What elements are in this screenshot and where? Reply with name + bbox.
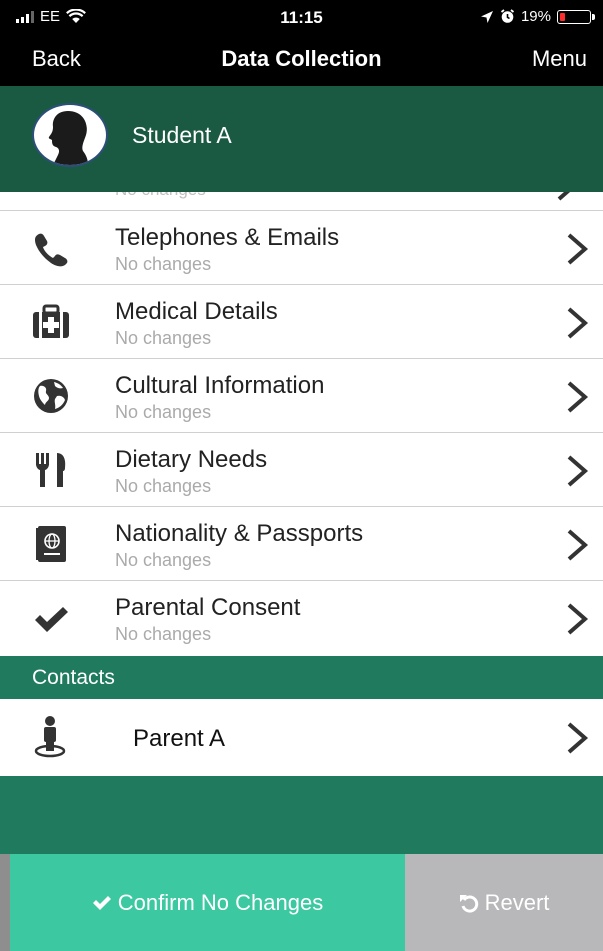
revert-button[interactable]: Revert (405, 854, 603, 951)
telephone-icon (35, 233, 68, 267)
app-screen: EE 11:15 19% Back Data Collection Menu S… (0, 0, 603, 951)
location-icon (480, 10, 493, 23)
chevron-right-icon (567, 722, 589, 754)
list-item-title: Cultural Information (115, 372, 325, 399)
list-item-nationality-passports[interactable]: Nationality & Passports No changes (0, 507, 603, 581)
checkmark-icon (92, 896, 111, 910)
list-item-subtitle: No changes (115, 550, 212, 570)
chevron-right-icon (557, 192, 571, 201)
status-bar: EE 11:15 19% (0, 0, 603, 36)
avatar (32, 103, 108, 167)
student-name: Student A (132, 122, 232, 148)
data-collection-list: No changes Telephones & Emails No change… (0, 192, 603, 656)
list-item-subtitle: No changes (115, 402, 212, 422)
list-item-dietary-needs[interactable]: Dietary Needs No changes (0, 433, 603, 507)
passport-icon (36, 526, 66, 562)
medical-kit-icon (33, 304, 69, 338)
page-title: Data Collection (221, 46, 382, 71)
list-item-telephones-emails[interactable]: Telephones & Emails No changes (0, 211, 603, 285)
contact-name: Parent A (133, 725, 226, 752)
list-item-partial[interactable]: No changes (0, 192, 603, 211)
section-label: Contacts (32, 666, 115, 689)
fork-knife-icon (36, 453, 66, 487)
list-item-subtitle: No changes (115, 624, 212, 644)
confirm-no-changes-button[interactable]: Confirm No Changes (10, 854, 405, 951)
person-silhouette-icon (48, 111, 88, 165)
contact-item-parent-a[interactable]: Parent A (0, 699, 603, 776)
list-item-medical-details[interactable]: Medical Details No changes (0, 285, 603, 359)
list-item-subtitle: No changes (115, 254, 212, 274)
list-item-subtitle: No changes (115, 328, 212, 348)
navigation-bar: Back Data Collection Menu (0, 36, 603, 86)
person-pin-icon (34, 716, 66, 758)
menu-button[interactable]: Menu (532, 46, 587, 72)
list-item-subtitle: No changes (115, 192, 206, 200)
chevron-right-icon (567, 381, 589, 413)
chevron-right-icon (567, 455, 589, 487)
undo-icon (459, 895, 478, 913)
empty-area (0, 776, 603, 854)
battery-icon (557, 9, 595, 24)
student-header: Student A (0, 86, 603, 192)
list-item-subtitle: No changes (115, 476, 212, 496)
revert-label: Revert (484, 890, 550, 915)
chevron-right-icon (567, 307, 589, 339)
list-item-title: Nationality & Passports (115, 520, 364, 547)
list-item-title: Dietary Needs (115, 446, 268, 473)
checkmark-icon (35, 607, 68, 632)
alarm-icon (500, 9, 515, 23)
globe-icon (34, 379, 68, 413)
chevron-right-icon (567, 603, 589, 635)
contacts-section-header: Contacts (0, 656, 603, 699)
battery-percent: 19% (520, 8, 551, 25)
chevron-right-icon (567, 529, 589, 561)
list-item-title: Parental Consent (115, 594, 301, 621)
list-item-parental-consent[interactable]: Parental Consent No changes (0, 581, 603, 656)
list-item-title: Telephones & Emails (115, 224, 340, 251)
confirm-label: Confirm No Changes (117, 890, 324, 915)
chevron-right-icon (567, 233, 589, 265)
list-item-title: Medical Details (115, 298, 278, 325)
list-item-cultural-information[interactable]: Cultural Information No changes (0, 359, 603, 433)
